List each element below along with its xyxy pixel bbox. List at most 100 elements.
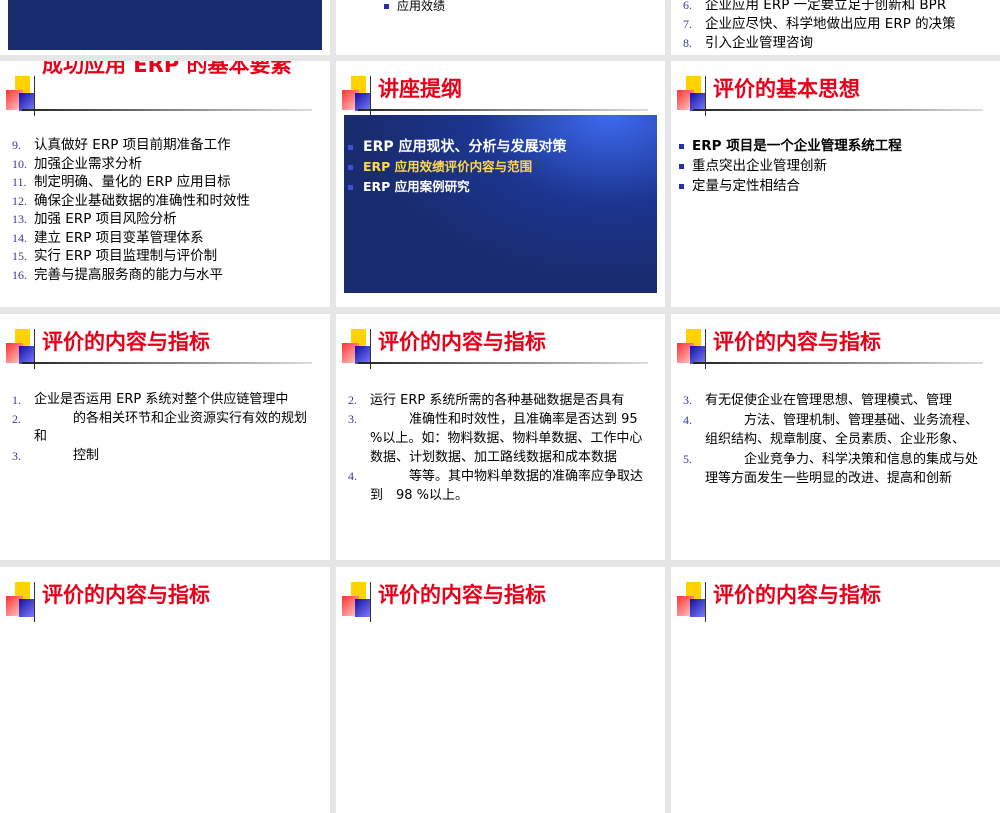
item-text: 的各相关环节和企业资源实行有效的规划和 <box>34 410 308 445</box>
item-number: 3. <box>12 448 21 463</box>
slide-thumbnail[interactable]: 评价的内容与指标 1. 企业是否运用 ERP 系统对整个供应链管理中 2. 的各相… <box>0 314 330 560</box>
slide-title: 评价的内容与指标 <box>42 583 210 607</box>
item-text: 控制 <box>34 447 100 463</box>
outline-panel: ERP 应用现状、分析与发展对策 ERP 应用效绩评价内容与范围 ERP 应用案… <box>344 115 657 293</box>
item-number: 9. <box>12 138 21 152</box>
list-item: 2. 的各相关环节和企业资源实行有效的规划和 <box>12 410 312 447</box>
list-item: 重点突出企业管理创新 <box>679 156 902 176</box>
slide-thumbnail[interactable]: 评价的内容与指标 2. 运行 ERP 系统所需的各种基础数据是否具有 3. 准确性… <box>336 314 665 560</box>
item-text: 运行 ERP 系统所需的各种基础数据是否具有 <box>370 393 625 408</box>
item-text: 有无促使企业在管理思想、管理模式、管理 <box>705 393 953 408</box>
bullet-icon <box>384 3 389 9</box>
item-text: 准确性和时效性，且准确率是否达到 95 %以上。如：物料数据、物料单数据、工作中… <box>370 412 643 465</box>
title-divider <box>22 362 312 364</box>
bullet-text: 应用效绩 <box>397 0 446 13</box>
bullet-icon <box>348 164 353 170</box>
title-divider <box>693 109 983 111</box>
bullet-icon <box>679 143 684 149</box>
slide-thumbnail[interactable] <box>0 0 330 55</box>
slide-title: 评价的内容与指标 <box>378 330 546 354</box>
item-text: 制定明确、量化的 ERP 应用目标 <box>34 174 231 190</box>
item-text: ERP 项目是一个企业管理系统工程 <box>692 138 902 154</box>
item-number: 7. <box>683 17 692 31</box>
item-number: 8. <box>683 36 692 50</box>
title-divider <box>358 109 648 111</box>
list-item: ERP 项目是一个企业管理系统工程 <box>679 136 902 156</box>
list-item: 6. 企业应用 ERP 一定要立足于创新和 BPR <box>683 0 956 15</box>
list-item: 16. 完善与提高服务商的能力与水平 <box>12 266 250 285</box>
item-text: 引入企业管理咨询 <box>705 35 813 51</box>
item-number: 4. <box>348 469 357 483</box>
outline-item: ERP 应用现状、分析与发展对策 <box>348 137 566 157</box>
title-logo-icon <box>677 582 717 622</box>
list-item: 5. 企业竞争力、科学决策和信息的集成与处理等方面发生一些明显的改进、提高和创新 <box>683 450 985 489</box>
title-divider <box>358 362 648 364</box>
slide-thumbnail[interactable]: 6. 企业应用 ERP 一定要立足于创新和 BPR 7. 企业应尽快、科学地做出应用… <box>671 0 1000 55</box>
list-item: 1. 企业是否运用 ERP 系统对整个供应链管理中 <box>12 391 312 410</box>
item-text: 企业竞争力、科学决策和信息的集成与处理等方面发生一些明显的改进、提高和创新 <box>705 451 979 487</box>
item-text: 重点突出企业管理创新 <box>692 158 827 174</box>
item-text: 企业是否运用 ERP 系统对整个供应链管理中 <box>34 392 289 407</box>
item-text: 认真做好 ERP 项目前期准备工作 <box>34 137 231 153</box>
item-number: 4. <box>683 412 692 427</box>
item-text: 完善与提高服务商的能力与水平 <box>34 266 223 283</box>
item-number: 16. <box>12 267 27 282</box>
item-text: 定量与定性相结合 <box>692 178 800 194</box>
item-number: 6. <box>683 0 692 12</box>
item-number: 12. <box>12 193 27 208</box>
item-number: 5. <box>683 451 692 466</box>
item-text: 企业应尽快、科学地做出应用 ERP 的决策 <box>705 16 956 32</box>
title-logo-icon <box>342 582 382 622</box>
bullet-icon <box>348 184 353 190</box>
item-text: ERP 应用案例研究 <box>363 179 470 194</box>
slide-title: 评价的基本思想 <box>713 77 860 101</box>
slide-thumbnail[interactable]: 评价的内容与指标 <box>0 567 330 813</box>
list-item: 3. 有无促使企业在管理思想、管理模式、管理 <box>683 391 985 411</box>
list-item: 3. 准确性和时效性，且准确率是否达到 95 %以上。如：物料数据、物料单数据、… <box>348 410 648 467</box>
slide-thumbnail[interactable]: 评价的内容与指标 3. 有无促使企业在管理思想、管理模式、管理 4. 方法、管理机… <box>671 314 1000 560</box>
list-item: 12. 确保企业基础数据的准确性和时效性 <box>12 192 250 211</box>
slide-thumbnail[interactable]: 评价的内容与指标 <box>671 567 1000 813</box>
bullet-icon <box>679 183 684 189</box>
blue-panel <box>8 0 322 50</box>
outline-item-highlighted: ERP 应用效绩评价内容与范围 <box>348 157 566 177</box>
item-number: 3. <box>348 412 357 426</box>
title-divider <box>693 362 983 364</box>
slide-title: 评价的内容与指标 <box>378 583 546 607</box>
slide-thumbnail[interactable]: 评价的内容与指标 <box>336 567 665 813</box>
list-item: 15. 实行 ERP 项目监理制与评价制 <box>12 247 250 266</box>
slide-title: 评价的内容与指标 <box>713 330 881 354</box>
slide-title: 成功应用 ERP 的基本要素 <box>42 61 292 77</box>
item-text: 加强 ERP 项目风险分析 <box>34 211 177 227</box>
item-text: 建立 ERP 项目变革管理体系 <box>34 229 204 246</box>
list-item: 2. 运行 ERP 系统所需的各种基础数据是否具有 <box>348 391 648 410</box>
list-item: 13. 加强 ERP 项目风险分析 <box>12 210 250 229</box>
slide-thumbnail[interactable]: 评价的基本思想 ERP 项目是一个企业管理系统工程 重点突出企业管理创新 定量与… <box>671 61 1000 307</box>
item-text: 加强企业需求分析 <box>34 155 142 172</box>
slide-thumbnail[interactable]: 成功应用 ERP 的基本要素 9. 认真做好 ERP 项目前期准备工作 10. 加强… <box>0 61 330 307</box>
slide-title: 评价的内容与指标 <box>713 583 881 607</box>
slide-thumbnail[interactable]: 应用效绩 <box>336 0 665 55</box>
item-text: 等等。其中物料单数据的准确率应争取达到 98 %以上。 <box>370 469 644 503</box>
item-text: 企业应用 ERP 一定要立足于创新和 BPR <box>705 0 947 13</box>
list-item: 定量与定性相结合 <box>679 176 902 196</box>
item-number: 2. <box>348 393 357 407</box>
list-item: 10. 加强企业需求分析 <box>12 155 250 174</box>
item-text: 方法、管理机制、管理基础、业务流程、组织结构、规章制度、全员素质、企业形象、 <box>705 412 979 448</box>
list-item: 9. 认真做好 ERP 项目前期准备工作 <box>12 136 250 155</box>
item-number: 1. <box>12 393 21 407</box>
slide-thumbnail[interactable]: 讲座提纲 ERP 应用现状、分析与发展对策 ERP 应用效绩评价内容与范围 ER… <box>336 61 665 307</box>
item-text: ERP 应用现状、分析与发展对策 <box>363 139 567 155</box>
list-item: 3. 控制 <box>12 447 312 466</box>
title-divider <box>22 109 312 111</box>
item-text: 确保企业基础数据的准确性和时效性 <box>34 192 250 209</box>
item-text: ERP 应用效绩评价内容与范围 <box>363 159 533 174</box>
list-item: 4. 等等。其中物料单数据的准确率应争取达到 98 %以上。 <box>348 467 648 505</box>
item-number: 2. <box>12 411 21 426</box>
bullet-icon <box>679 163 684 169</box>
title-logo-icon <box>6 582 46 622</box>
item-number: 14. <box>12 230 27 245</box>
bullet-icon <box>348 144 353 150</box>
item-text: 实行 ERP 项目监理制与评价制 <box>34 248 218 264</box>
slide-title: 评价的内容与指标 <box>42 330 210 354</box>
